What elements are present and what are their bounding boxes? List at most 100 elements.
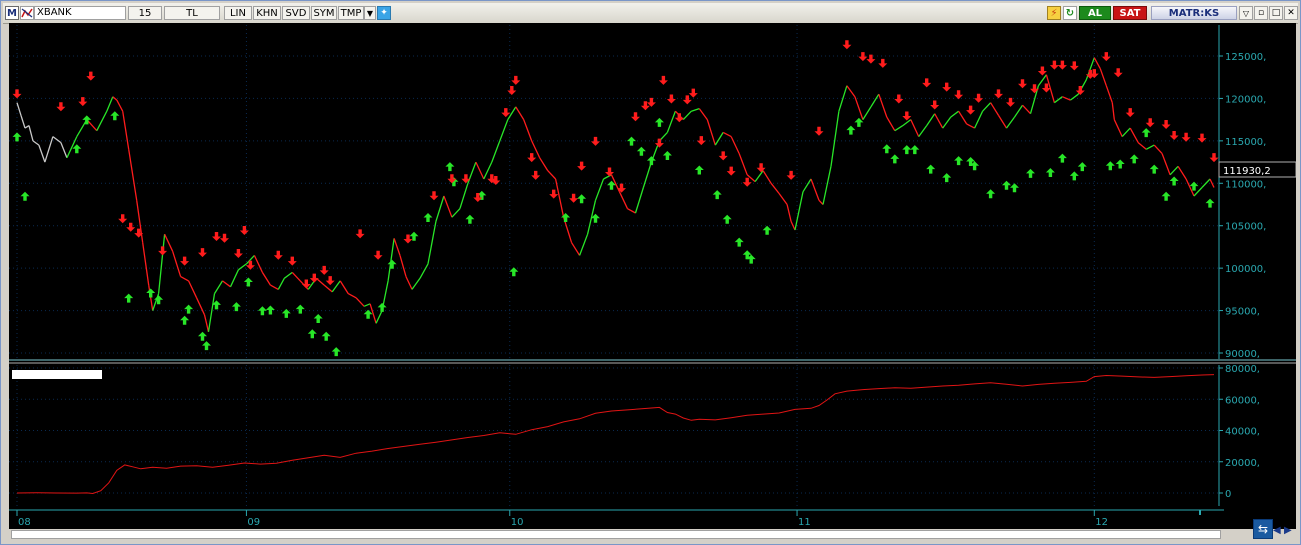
sell-signal-arrow-icon [531,170,541,180]
sell-signal-arrow-icon [577,161,587,171]
refresh-icon[interactable]: ↻ [1063,6,1077,20]
price-segment [261,272,271,286]
sell-signal-arrow-icon [674,113,684,123]
twitter-icon[interactable]: ✦ [377,6,391,20]
price-segment [966,123,975,129]
time-tick-label: 12 [1095,517,1108,528]
sell-signal-arrow-icon [180,256,190,266]
price-segment [399,255,407,277]
matriks-logo-icon[interactable]: M [5,6,19,20]
price-segment [722,131,732,138]
buy-button[interactable]: AL [1079,6,1111,20]
scroll-left-icon[interactable]: ◀ [1273,525,1283,537]
equity-tick-label: 0 [1225,489,1231,500]
sync-icon[interactable]: ⇆ [1253,519,1273,539]
buy-signal-arrow-icon [1141,128,1151,138]
price-segment [714,132,724,146]
sell-signal-arrow-icon [569,193,579,203]
price-series [16,57,1215,332]
price-segment [1013,104,1024,118]
svd-button[interactable]: SVD [282,6,310,20]
price-segment [491,140,501,163]
price-segment [1121,127,1131,138]
khn-button[interactable]: KHN [253,6,281,20]
tmp-button[interactable]: TMP [338,6,364,20]
lightning-icon[interactable]: ⚡ [1047,6,1061,20]
price-segment [918,125,928,137]
price-segment [16,102,22,116]
chart-window: M 15 TL LIN KHN SVD SYM TMP ▼ ✦ ⚡ ↻ AL S… [0,0,1301,545]
symbol-field[interactable] [34,6,126,20]
price-segment [738,153,748,176]
price-segment [203,314,210,332]
price-segment [1005,116,1016,129]
buy-signal-arrow-icon [72,144,82,154]
sell-signal-arrow-icon [1057,60,1067,70]
price-segment [818,199,824,205]
price-segment [475,161,485,180]
sell-signal-arrow-icon [1075,86,1085,95]
sell-signal-arrow-icon [942,82,952,92]
buy-signal-arrow-icon [762,225,772,235]
minimize-icon[interactable]: ▽ [1239,6,1253,20]
equity-tick-label: 40000, [1225,427,1260,438]
buy-signal-arrow-icon [1115,159,1125,169]
sell-signal-arrow-icon [1049,60,1059,70]
price-segment [213,280,224,294]
sell-signal-arrow-icon [507,86,517,95]
scroll-track[interactable] [11,530,1221,539]
currency-button[interactable]: TL [164,6,220,20]
sym-button[interactable]: SYM [311,6,337,20]
sell-signal-arrow-icon [198,248,207,258]
buy-signal-arrow-icon [180,315,190,325]
price-segment [323,284,333,293]
horizontal-scrollbar[interactable]: ⇆ ◀ ▶ [9,519,1296,541]
sell-signal-arrow-icon [325,276,335,286]
chart-area[interactable]: 125000, 120000, 115000, 110000, 105000, 10000… [9,23,1297,509]
price-segment [942,116,952,129]
buy-signal-arrow-icon [445,162,455,172]
price-segment [894,125,904,132]
price-segment [157,234,166,294]
buy-signal-arrow-icon [363,309,373,319]
price-segment [990,102,1000,116]
period-button[interactable]: 15 [128,6,162,20]
time-tick-label: 11 [798,517,811,528]
chart-type-icon[interactable] [20,6,34,20]
buy-signal-arrow-icon [265,305,275,315]
buy-signal-arrow-icon [198,331,207,341]
price-y-axis: 125000, 120000, 115000, 110000, 105000, 10000… [1219,52,1266,360]
time-scroll-marker[interactable] [1199,510,1201,515]
scroll-right-icon[interactable]: ▶ [1284,525,1294,537]
buy-signal-arrow-icon [722,214,732,224]
dropdown-arrow-icon[interactable]: ▼ [364,6,376,20]
buy-signal-arrow-icon [307,329,317,339]
sell-signal-arrow-icon [682,95,692,105]
restore-icon[interactable]: ▫ [1254,6,1268,20]
price-segment [515,106,525,120]
buy-signal-arrow-icon [954,156,964,166]
price-segment [910,119,920,137]
lin-button[interactable]: LIN [224,6,252,20]
current-value-label: 111930,2 [1223,166,1271,177]
chart-svg[interactable]: 125000, 120000, 115000, 110000, 105000, 10000… [9,23,1297,509]
maximize-icon[interactable]: □ [1269,6,1283,20]
close-icon[interactable]: ✕ [1284,6,1298,20]
price-segment [164,233,174,252]
sell-button[interactable]: SAT [1113,6,1147,20]
sell-signal-arrow-icon [212,232,221,241]
buy-signal-arrow-icon [926,164,936,174]
price-segment [1022,104,1031,115]
sell-signal-arrow-icon [654,138,664,148]
price-segment [539,157,549,171]
indicator-legend-box[interactable] [12,370,102,379]
price-segment [347,293,357,299]
price-segment [171,251,182,277]
sell-signal-arrow-icon [1125,108,1135,118]
price-segment [116,99,124,112]
price-segment [1099,68,1107,86]
sell-signal-arrow-icon [220,233,229,243]
price-segment [578,233,589,256]
time-axis[interactable]: 08 09 10 11 12 [9,509,1224,529]
sell-signal-arrow-icon [309,273,319,283]
